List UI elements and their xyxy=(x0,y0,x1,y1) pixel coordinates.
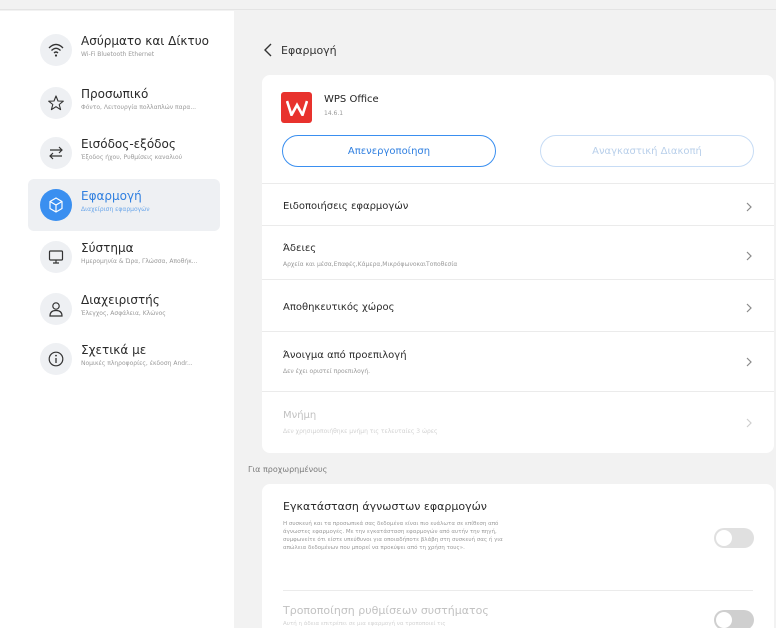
sidebar: Ασύρματο και Δίκτυο Wi-Fi Bluetooth Ethe… xyxy=(0,11,234,628)
wps-office-logo-icon xyxy=(281,92,312,123)
top-bar xyxy=(0,0,776,10)
back-chevron-icon[interactable] xyxy=(263,43,273,57)
page-title: Εφαρμογή xyxy=(281,43,337,57)
page-header: Εφαρμογή xyxy=(263,38,337,62)
row-title: Ειδοποιήσεις εφαρμογών xyxy=(283,201,409,212)
divider xyxy=(283,590,753,591)
cube-icon xyxy=(40,189,72,221)
row-subtitle: Αρχεία και μέσα,Επαφές,Κάμερα,Μικρόφωνοκ… xyxy=(283,261,458,268)
toggle-knob xyxy=(716,612,732,628)
row-subtitle: Δεν έχει οριστεί προεπιλογή. xyxy=(283,368,371,375)
sidebar-item-title: Προσωπικό xyxy=(81,87,149,101)
sidebar-item-about[interactable]: Σχετικά με Νομικές πληροφορίες, έκδοση A… xyxy=(28,333,220,385)
row-title: Άνοιγμα από προεπιλογή xyxy=(283,350,407,361)
row-title: Αποθηκευτικός χώρος xyxy=(283,302,395,313)
row-open-by-default[interactable]: Άνοιγμα από προεπιλογή Δεν έχει οριστεί … xyxy=(262,331,774,391)
row-title: Άδειες xyxy=(283,243,317,254)
row-storage[interactable]: Αποθηκευτικός χώρος xyxy=(262,279,774,331)
app-name: WPS Office xyxy=(324,94,379,105)
row-app-notifications[interactable]: Ειδοποιήσεις εφαρμογών xyxy=(262,183,774,225)
sidebar-item-subtitle: Διαχείριση εφαρμογών xyxy=(81,206,150,213)
row-title: Μνήμη xyxy=(283,410,317,421)
chevron-right-icon xyxy=(746,357,752,367)
sidebar-item-title: Ασύρματο και Δίκτυο xyxy=(81,34,210,48)
install-unknown-title: Εγκατάσταση άγνωστων εφαρμογών xyxy=(283,500,487,513)
sidebar-item-subtitle: Φόντο, Λειτουργία πολλαπλών παρα... xyxy=(81,104,197,111)
sidebar-item-subtitle: Έλεγχος, Ασφάλεια, Κλώνος xyxy=(81,310,166,317)
row-memory[interactable]: Μνήμη Δεν χρησιμοποιήθηκε μνήμη τις τελε… xyxy=(262,391,774,453)
sidebar-item-wireless[interactable]: Ασύρματο και Δίκτυο Wi-Fi Bluetooth Ethe… xyxy=(28,24,220,76)
sidebar-item-subtitle: Ημερομηνία & Ώρα, Γλώσσα, Αποθήκ... xyxy=(81,258,198,265)
sidebar-item-subtitle: Wi-Fi Bluetooth Ethernet xyxy=(81,51,155,58)
row-permissions[interactable]: Άδειες Αρχεία και μέσα,Επαφές,Κάμερα,Μικ… xyxy=(262,225,774,279)
swap-arrows-icon xyxy=(40,137,72,169)
advanced-card: Εγκατάσταση άγνωστων εφαρμογών Η συσκευή… xyxy=(262,484,774,628)
chevron-right-icon xyxy=(746,303,752,313)
sidebar-item-title: Εισόδος-εξόδος xyxy=(81,137,176,151)
sidebar-item-application[interactable]: Εφαρμογή Διαχείριση εφαρμογών xyxy=(28,179,220,231)
info-icon xyxy=(40,343,72,375)
modify-settings-description: Αυτή η άδεια επιτρέπει σε μια εφαρμογή ν… xyxy=(283,621,446,627)
wifi-icon xyxy=(40,34,72,66)
row-subtitle: Δεν χρησιμοποιήθηκε μνήμη τις τελευταίες… xyxy=(283,428,438,435)
sidebar-item-subtitle: Έξοδος ήχου, Ρυθμίσεις καναλιού xyxy=(81,154,183,161)
app-info-card: WPS Office 14.6.1 Απενεργοποίηση Αναγκασ… xyxy=(262,75,774,453)
sidebar-item-subtitle: Νομικές πληροφορίες, έκδοση Andr... xyxy=(81,360,193,367)
monitor-icon xyxy=(40,241,72,273)
sidebar-item-title: Διαχειριστής xyxy=(81,293,160,307)
chevron-right-icon xyxy=(746,202,752,212)
sidebar-item-title: Σχετικά με xyxy=(81,343,147,357)
app-version: 14.6.1 xyxy=(324,110,344,117)
sidebar-item-system[interactable]: Σύστημα Ημερομηνία & Ώρα, Γλώσσα, Αποθήκ… xyxy=(28,231,220,283)
section-label-advanced: Για προχωρημένους xyxy=(248,465,328,474)
install-unknown-toggle[interactable] xyxy=(714,528,754,548)
force-stop-button[interactable]: Αναγκαστική Διακοπή xyxy=(540,135,754,167)
star-icon xyxy=(40,87,72,119)
modify-settings-toggle[interactable] xyxy=(714,610,754,628)
sidebar-item-personal[interactable]: Προσωπικό Φόντο, Λειτουργία πολλαπλών πα… xyxy=(28,77,220,129)
toggle-knob xyxy=(716,530,732,546)
sidebar-item-input-output[interactable]: Εισόδος-εξόδος Έξοδος ήχου, Ρυθμίσεις κα… xyxy=(28,127,220,179)
modify-settings-title: Τροποποίηση ρυθμίσεων συστήματος xyxy=(283,604,489,617)
sidebar-item-title: Σύστημα xyxy=(81,241,134,255)
user-icon xyxy=(40,293,72,325)
disable-button[interactable]: Απενεργοποίηση xyxy=(282,135,496,167)
install-unknown-description: Η συσκευή και τα προσωπικά σας δεδομένα … xyxy=(283,521,503,551)
sidebar-item-title: Εφαρμογή xyxy=(81,189,142,203)
sidebar-item-admin[interactable]: Διαχειριστής Έλεγχος, Ασφάλεια, Κλώνος xyxy=(28,283,220,335)
chevron-right-icon xyxy=(746,251,752,261)
chevron-right-icon xyxy=(746,418,752,428)
